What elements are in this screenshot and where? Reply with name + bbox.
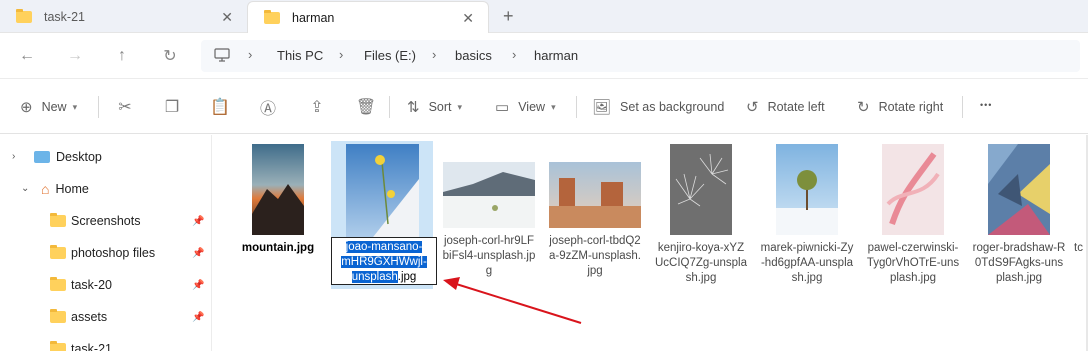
chevron-down-icon: ▾ (551, 101, 556, 112)
sidebar-item-photoshop-files[interactable]: photoshop files (50, 239, 155, 267)
folder-icon (50, 341, 66, 351)
delete-icon[interactable]: 🗑 (355, 96, 377, 118)
sidebar-item-label: assets (71, 310, 108, 324)
folder-icon (50, 245, 66, 259)
new-label: New (41, 100, 67, 114)
tab-harman[interactable]: harman ✕ (247, 1, 489, 33)
address-bar[interactable]: › This PC › Files (E:) › basics › harman (201, 40, 1080, 72)
more-options-button[interactable]: ••• (980, 100, 992, 110)
pin-icon[interactable]: 📌 (192, 216, 204, 227)
image-icon: 🖼 (592, 99, 612, 116)
sidebar-item-label: Screenshots (71, 214, 141, 228)
new-tab-button[interactable]: + (503, 6, 514, 27)
sidebar-item-assets[interactable]: assets (50, 303, 107, 331)
paste-icon[interactable]: 📋 (209, 96, 231, 118)
desktop-icon (34, 151, 50, 163)
view-label: View (518, 100, 546, 114)
divider (962, 96, 963, 118)
tab-label: task-21 (44, 10, 85, 24)
share-icon[interactable]: ⇪ (306, 96, 328, 118)
sort-button[interactable]: ⇅ Sort ▾ (407, 98, 462, 116)
set-as-background-button[interactable]: 🖼 Set as background (592, 98, 724, 116)
set-as-background-label: Set as background (620, 100, 725, 114)
sidebar-item-task-21[interactable]: task-21 (50, 335, 112, 351)
sidebar-item-task-20[interactable]: task-20 (50, 271, 112, 299)
navigation-bar: ← → ↑ ↻ › This PC › Files (E:) › basics … (0, 33, 1088, 79)
view-icon: ▭ (495, 99, 510, 116)
close-tab-icon[interactable]: ✕ (221, 9, 233, 26)
refresh-icon[interactable]: ↻ (159, 45, 181, 67)
folder-icon (50, 213, 66, 227)
sidebar-item-home[interactable]: ⌂ Home (41, 175, 89, 203)
back-arrow-icon[interactable]: ← (16, 45, 38, 67)
sidebar-item-desktop[interactable]: Desktop (34, 143, 102, 171)
file-list: mountain.jpg joao-mansano-mHR9GXHWwjl-un… (213, 135, 1088, 351)
rotate-left-icon: ↺ (746, 99, 759, 116)
close-tab-icon[interactable]: ✕ (462, 10, 474, 27)
up-arrow-icon[interactable]: ↑ (111, 45, 133, 67)
sidebar-item-label: photoshop files (71, 246, 156, 260)
pin-icon[interactable]: 📌 (192, 280, 204, 291)
chevron-down-icon: ▾ (72, 101, 78, 112)
rotate-right-icon: ↻ (857, 99, 870, 116)
copy-icon[interactable]: ❐ (161, 96, 183, 118)
folder-icon (50, 277, 66, 291)
pin-icon[interactable]: 📌 (192, 312, 204, 323)
divider (98, 96, 99, 118)
sort-label: Sort (428, 100, 452, 114)
folder-icon (50, 309, 66, 323)
rename-icon[interactable]: Ⓐ (257, 96, 279, 118)
chevron-down-icon: ▾ (457, 101, 463, 112)
breadcrumb-basics[interactable]: basics (455, 48, 492, 63)
breadcrumb-separator: › (432, 47, 437, 62)
sidebar-item-label: task-20 (71, 278, 112, 292)
sort-arrows-icon: ⇅ (407, 99, 420, 116)
sidebar-item-label: Home (55, 182, 89, 196)
home-icon: ⌂ (41, 181, 50, 197)
sidebar-item-label: Desktop (56, 150, 102, 164)
rotate-left-label: Rotate left (767, 100, 825, 114)
rotate-left-button[interactable]: ↺ Rotate left (746, 98, 825, 116)
tab-task-21[interactable]: task-21 ✕ (0, 1, 247, 33)
rotate-right-label: Rotate right (878, 100, 944, 114)
breadcrumb-files-e[interactable]: Files (E:) (364, 48, 416, 63)
pc-monitor-icon (214, 48, 230, 62)
breadcrumb-harman[interactable]: harman (534, 48, 578, 63)
cut-icon[interactable]: ✂ (114, 96, 136, 118)
breadcrumb-this-pc[interactable]: This PC (277, 48, 323, 63)
sidebar-item-label: task-21 (71, 342, 112, 351)
new-button[interactable]: ⊕ New ▾ (20, 98, 77, 116)
rotate-right-button[interactable]: ↻ Rotate right (857, 98, 943, 116)
chevron-right-icon[interactable]: › (12, 151, 15, 162)
sidebar-item-screenshots[interactable]: Screenshots (50, 207, 140, 235)
breadcrumb-separator: › (339, 47, 344, 62)
view-button[interactable]: ▭ View ▾ (495, 98, 556, 116)
chevron-down-icon[interactable]: ⌄ (21, 183, 29, 194)
forward-arrow-icon[interactable]: → (64, 45, 86, 67)
tab-label: harman (292, 10, 335, 25)
pin-icon[interactable]: 📌 (192, 248, 204, 259)
breadcrumb-separator: › (248, 47, 253, 62)
navigation-pane: › Desktop ⌄ ⌂ Home Screenshots 📌 photosh… (0, 135, 212, 351)
tab-strip: task-21 ✕ harman ✕ + (0, 0, 1088, 33)
folder-icon (16, 9, 32, 23)
breadcrumb-separator: › (512, 47, 517, 62)
command-bar: ⊕ New ▾ ✂ ❐ 📋 Ⓐ ⇪ 🗑 ⇅ Sort ▾ ▭ View ▾ 🖼 … (0, 80, 1088, 134)
folder-icon (264, 9, 280, 24)
annotation-arrow (443, 277, 582, 324)
plus-circle-icon: ⊕ (20, 99, 33, 116)
divider (576, 96, 577, 118)
divider (389, 96, 390, 118)
